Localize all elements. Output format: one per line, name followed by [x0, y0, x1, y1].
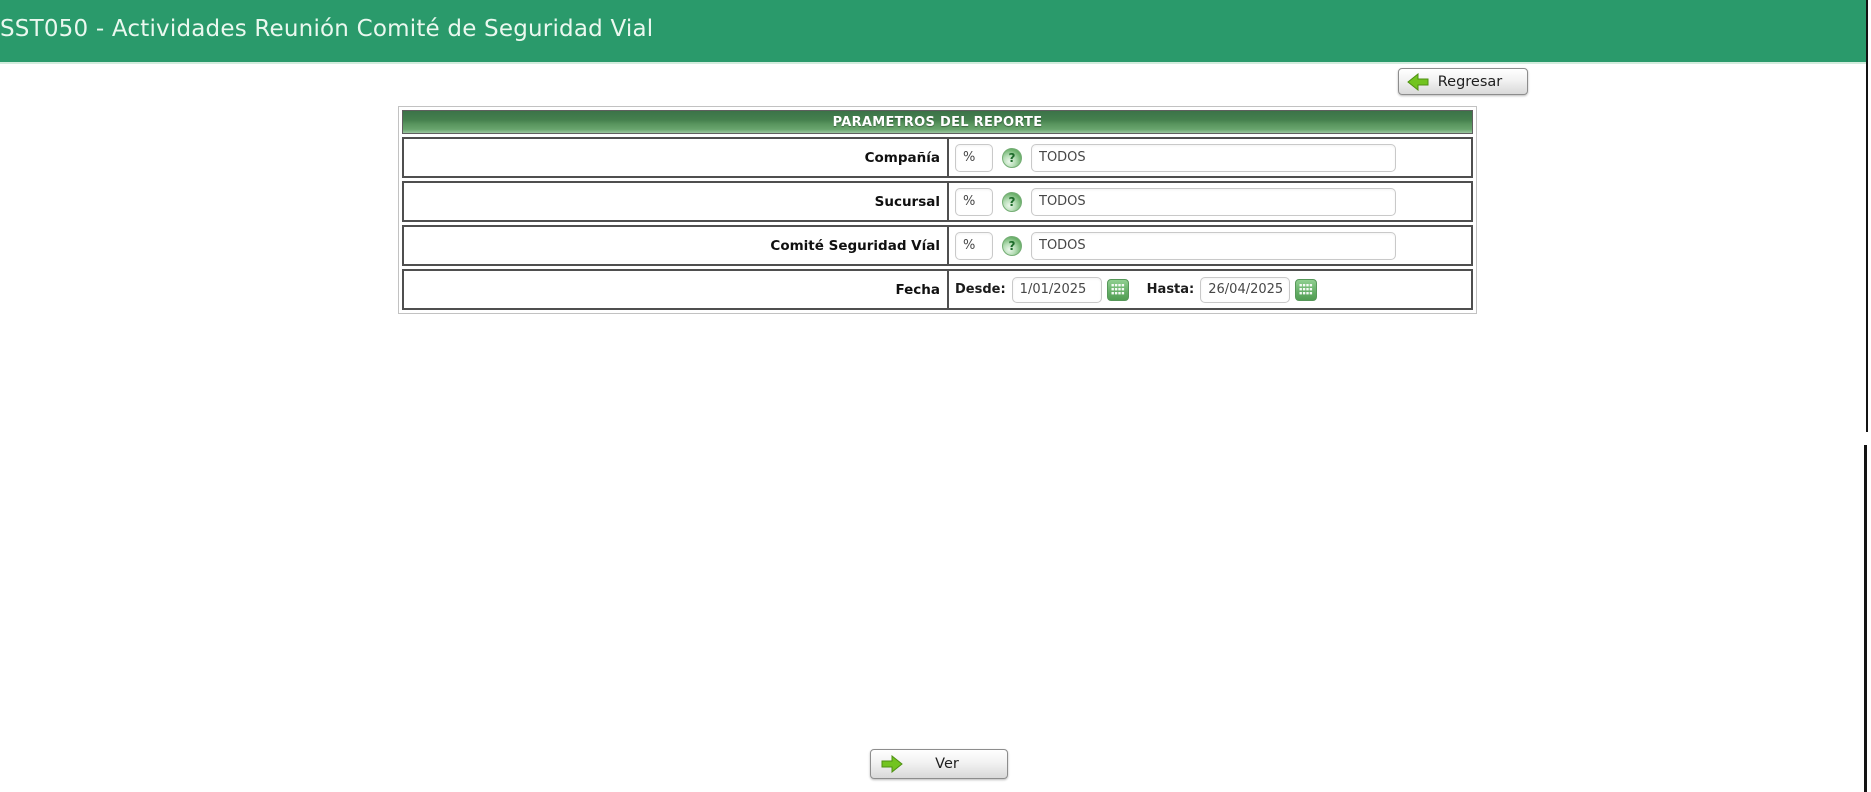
fecha-hasta-calendar-button[interactable]: [1295, 278, 1318, 301]
regresar-button[interactable]: Regresar: [1398, 68, 1528, 95]
form-row-compania: Compañía ?: [402, 137, 1473, 178]
sucursal-label: Sucursal: [404, 183, 949, 220]
sucursal-help-icon[interactable]: ?: [1002, 191, 1022, 212]
fecha-desde-calendar-button[interactable]: [1106, 278, 1129, 301]
page-title: SST050 - Actividades Reunión Comité de S…: [0, 16, 654, 42]
sucursal-value-input[interactable]: [1031, 187, 1396, 216]
report-parameters-header: PARAMETROS DEL REPORTE: [402, 110, 1473, 134]
calendar-icon: [1111, 283, 1124, 294]
fecha-hasta-input[interactable]: [1200, 276, 1291, 303]
app-header: SST050 - Actividades Reunión Comité de S…: [0, 0, 1868, 62]
form-row-comite: Comité Seguridad Víal ?: [402, 225, 1473, 266]
sucursal-wildcard-input[interactable]: [955, 187, 993, 216]
compania-inputs: ?: [949, 139, 1471, 176]
form-row-fecha: Fecha Desde: Hasta:: [402, 269, 1473, 310]
compania-help-icon[interactable]: ?: [1002, 147, 1022, 168]
compania-label: Compañía: [404, 139, 949, 176]
comite-label: Comité Seguridad Víal: [404, 227, 949, 264]
header-accent-strip: [0, 62, 1868, 64]
ver-button-label: Ver: [935, 756, 959, 772]
regresar-button-label: Regresar: [1437, 73, 1503, 90]
comite-value-input[interactable]: [1031, 231, 1396, 260]
form-row-sucursal: Sucursal ?: [402, 181, 1473, 222]
calendar-icon: [1299, 283, 1313, 294]
comite-wildcard-input[interactable]: [955, 231, 993, 260]
ver-button[interactable]: Ver: [870, 749, 1008, 779]
fecha-desde-input[interactable]: [1011, 276, 1102, 303]
fecha-label: Fecha: [404, 271, 949, 308]
compania-value-input[interactable]: [1031, 143, 1396, 172]
frame-border-right-bottom: [1864, 445, 1867, 792]
compania-wildcard-input[interactable]: [955, 143, 993, 172]
hasta-label: Hasta:: [1146, 282, 1195, 297]
fecha-inputs: Desde: Hasta:: [949, 271, 1471, 308]
back-arrow-icon: [1407, 72, 1429, 91]
comite-inputs: ?: [949, 227, 1471, 264]
frame-border-right-top: [1866, 0, 1868, 432]
view-arrow-icon: [881, 755, 903, 773]
desde-label: Desde:: [955, 282, 1006, 297]
comite-help-icon[interactable]: ?: [1002, 235, 1022, 256]
sucursal-inputs: ?: [949, 183, 1471, 220]
report-parameters-panel: PARAMETROS DEL REPORTE Compañía ? Sucurs…: [398, 106, 1477, 314]
